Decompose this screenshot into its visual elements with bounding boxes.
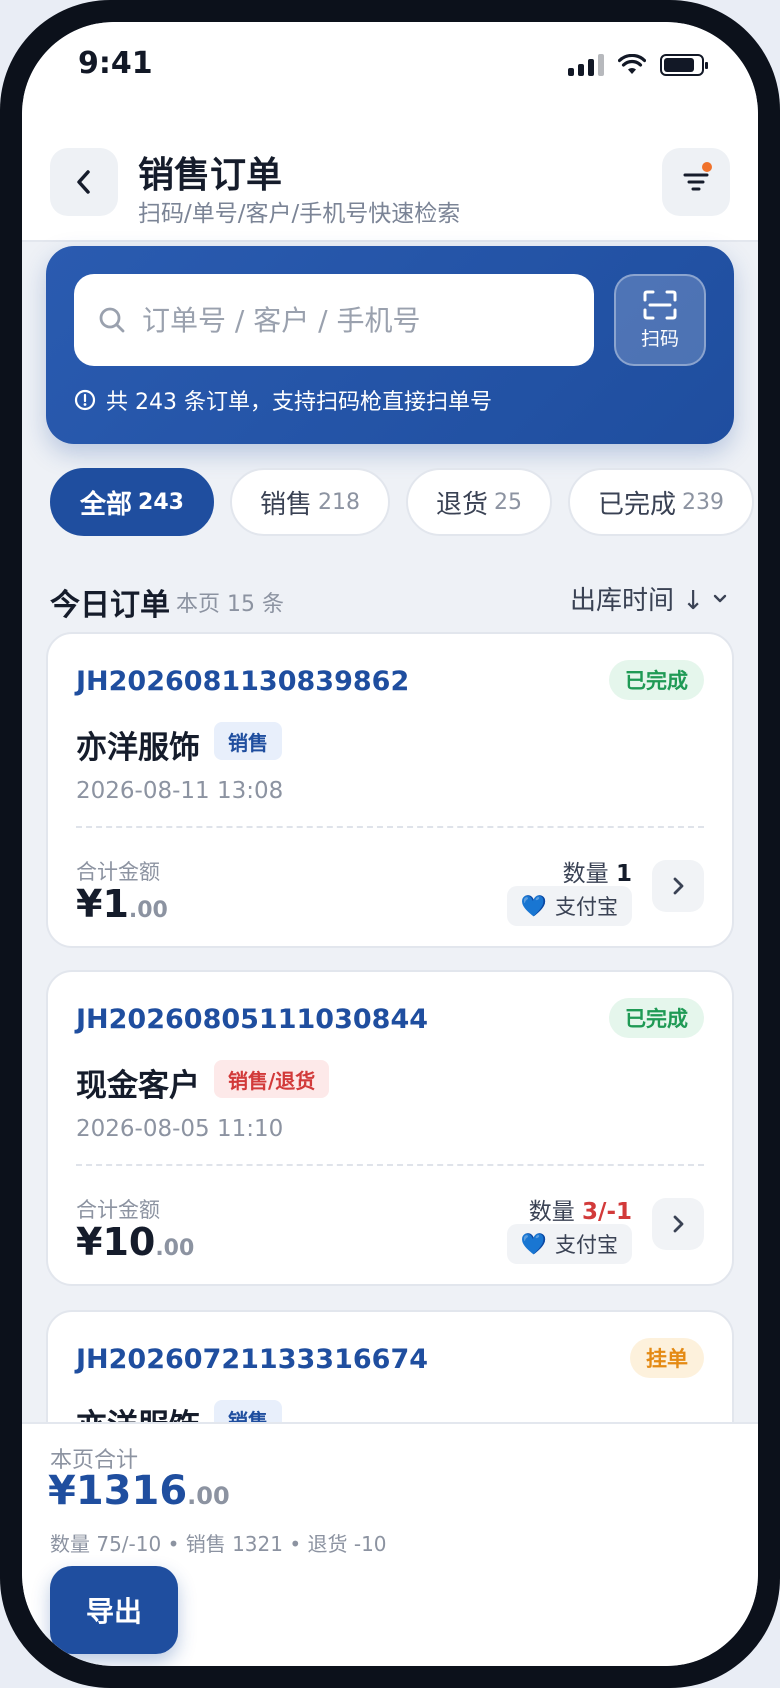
order-number: JH20260721133316674 [76,1344,429,1375]
order-type-tag: 销售/退货 [214,1060,330,1098]
status-badge: 已完成 [609,660,704,700]
payment-method: 💙 支付宝 [506,1224,632,1264]
app-header: 销售订单 扫码/单号/客户/手机号快速检索 [22,108,758,242]
tab-count: 239 [682,489,724,515]
quantity-label: 数量 [528,1199,575,1225]
summary-detail: 数量 75/-10 • 销售 1321 • 退货 -10 [50,1532,387,1556]
customer-name: 现金客户 [76,1068,200,1104]
order-amount: ¥1.00 [76,882,168,926]
page-title: 销售订单 [138,155,283,196]
filter-tabs: 全部 243 销售 218 退货 25 已完成 239 [50,468,754,536]
info-icon [74,389,96,411]
tab-label: 销售 [259,489,312,520]
order-quantity: 数量 1 [563,854,632,888]
order-detail-button[interactable] [652,860,704,912]
wifi-icon [618,54,646,74]
order-number: JH2026081130839862 [76,666,410,697]
order-card[interactable]: JH20260805111030844 已完成 现金客户 销售/退货 2026-… [46,970,734,1286]
summary-bar: 本页合计 ¥1316.00 数量 75/-10 • 销售 1321 • 退货 -… [22,1422,758,1666]
screen: 9:41 销售订单 扫码/单号/客户/手机号快速检索 订单号 / 客户 / 手机… [22,22,758,1666]
tab-label: 退货 [435,489,488,520]
back-button[interactable] [50,148,118,216]
summary-amount-decimal: .00 [187,1482,230,1510]
tab-count: 25 [493,489,522,515]
chevron-down-icon [713,594,727,602]
payment-method: 💙 支付宝 [506,886,632,926]
tab-returns[interactable]: 退货 25 [405,468,552,536]
amount-integer: ¥1 [76,882,129,926]
export-button[interactable]: 导出 [50,1566,178,1654]
status-time: 9:41 [78,46,153,81]
order-date: 2026-08-05 11:10 [76,1116,284,1142]
tab-count: 243 [138,489,184,515]
amount-integer: ¥10 [76,1220,156,1264]
phone-frame: 9:41 销售订单 扫码/单号/客户/手机号快速检索 订单号 / 客户 / 手机… [0,0,780,1688]
order-number: JH20260805111030844 [76,1004,429,1035]
section-count: 本页 15 条 [176,592,284,617]
order-detail-button[interactable] [652,1198,704,1250]
order-card[interactable]: JH2026081130839862 已完成 亦洋服饰 销售 2026-08-1… [46,632,734,948]
quantity-value: 1 [615,861,632,887]
scan-button-label: 扫码 [640,327,679,350]
payment-label: 支付宝 [555,895,618,919]
order-quantity: 数量 3/-1 [529,1192,632,1226]
sort-label: 出库时间 ↓ [569,586,704,616]
customer-name: 亦洋服饰 [76,730,200,766]
search-input[interactable] [142,303,594,337]
amount-decimal: .00 [155,1236,195,1261]
chevron-left-icon [77,170,90,194]
quantity-label: 数量 [562,861,609,887]
payment-label: 支付宝 [555,1233,618,1257]
tab-completed[interactable]: 已完成 239 [567,468,754,536]
tab-count: 218 [317,489,360,515]
chevron-right-icon [673,1215,684,1233]
filter-icon [683,173,709,191]
tab-label: 已完成 [597,489,676,520]
summary-amount: ¥1316.00 [48,1468,230,1514]
search-card: 扫码 共 243 条订单，支持扫码枪直接扫单号 [46,246,734,444]
scan-button[interactable]: 扫码 [614,274,706,366]
divider [76,1164,704,1166]
status-badge: 挂单 [630,1338,704,1378]
status-badge: 已完成 [609,998,704,1038]
status-icons [568,54,708,76]
battery-icon [660,54,708,76]
order-date: 2026-08-11 13:08 [76,778,284,804]
order-type-tag: 销售 [214,722,282,760]
sort-dropdown[interactable]: 出库时间 ↓ [570,580,728,617]
search-box[interactable] [74,274,594,366]
chevron-right-icon [673,877,684,895]
scan-icon [643,290,677,319]
search-hint-text: 共 243 条订单，支持扫码枪直接扫单号 [106,390,492,415]
amount-decimal: .00 [128,898,168,923]
heart-icon: 💙 [520,893,547,918]
page-subtitle: 扫码/单号/客户/手机号快速检索 [138,201,461,227]
divider [76,826,704,828]
tab-all[interactable]: 全部 243 [50,468,214,536]
search-icon [99,307,125,333]
heart-icon: 💙 [520,1231,547,1256]
tab-label: 全部 [80,489,133,520]
section-title: 今日订单 [50,588,170,623]
order-amount: ¥10.00 [76,1220,194,1264]
filter-button[interactable] [662,148,730,216]
quantity-value: 3/-1 [582,1199,632,1225]
status-bar: 9:41 [22,22,758,108]
search-hint: 共 243 条订单，支持扫码枪直接扫单号 [74,384,492,416]
filter-active-dot [702,162,712,172]
tab-sales[interactable]: 销售 218 [229,468,390,536]
summary-amount-integer: ¥1316 [48,1468,188,1514]
cellular-signal-icon [568,54,604,76]
